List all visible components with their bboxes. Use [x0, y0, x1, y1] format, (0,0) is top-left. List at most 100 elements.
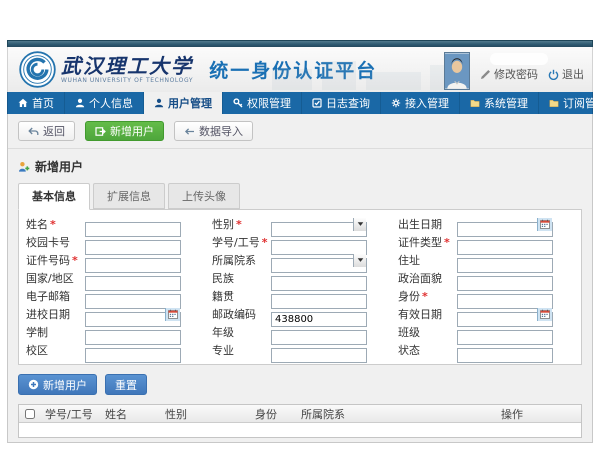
field-input-wrap	[271, 325, 367, 340]
form-field-birth-date: 出生日期	[393, 215, 579, 233]
form-field-ethnicity: 民族	[207, 269, 393, 287]
nav-tab-label: 个人信息	[89, 95, 133, 111]
tab-basic-info[interactable]: 基本信息	[18, 183, 90, 210]
field-label: 民族	[207, 270, 271, 286]
select-all-checkbox[interactable]	[25, 409, 35, 419]
logout-link[interactable]: 退出	[548, 66, 584, 90]
data-import-button-label: 数据导入	[199, 123, 243, 139]
calendar-button-entry-date[interactable]	[165, 308, 180, 321]
nav-tab-access-management[interactable]: 接入管理	[381, 92, 460, 114]
field-input-wrap	[85, 253, 181, 268]
form-field-email: 电子邮箱	[21, 287, 207, 305]
toolbar: 返回 新增用户 数据导入	[8, 114, 592, 149]
user-avatar[interactable]	[444, 52, 470, 90]
nav-tab-user-management[interactable]: 用户管理	[144, 92, 223, 114]
nav-tab-label: 首页	[32, 95, 54, 111]
form-field-gender: 性别*	[207, 215, 393, 233]
form-field-identity: 身份*	[393, 287, 579, 305]
table-header-row: 学号/工号姓名性别身份所属院系操作	[19, 405, 581, 423]
pencil-icon	[480, 69, 491, 80]
calendar-button-birth-date[interactable]	[537, 218, 552, 231]
form-column: 出生日期证件类型*住址政治面貌身份*有效日期班级状态	[393, 215, 579, 359]
col-header-5: 操作	[497, 406, 581, 422]
field-label: 校区	[21, 342, 85, 358]
status-input[interactable]	[457, 348, 553, 363]
home-icon	[18, 98, 28, 108]
tab-upload-avatar[interactable]: 上传头像	[168, 183, 240, 209]
dropdown-button-department[interactable]	[353, 254, 366, 267]
add-user-button-label: 新增用户	[110, 123, 154, 139]
form-field-postal-code: 邮政编码	[207, 305, 393, 323]
field-input-wrap	[271, 289, 367, 304]
reset-button[interactable]: 重置	[105, 374, 147, 395]
results-table: 学号/工号姓名性别身份所属院系操作	[18, 404, 582, 438]
form-panel: 姓名*校园卡号证件号码*国家/地区电子邮箱进校日期学制校区性别*学号/工号*所属…	[18, 209, 582, 365]
nav-tab-permission-management[interactable]: 权限管理	[223, 92, 302, 114]
section-title: 新增用户	[35, 158, 83, 175]
field-label: 电子邮箱	[21, 288, 85, 304]
folder-icon	[549, 98, 559, 108]
nav-tab-system-management[interactable]: 系统管理	[460, 92, 539, 114]
reset-button-label: 重置	[115, 377, 137, 393]
dropdown-button-gender[interactable]	[353, 218, 366, 231]
form-field-id-number: 证件号码*	[21, 251, 207, 269]
major-input[interactable]	[271, 348, 367, 363]
nav-tab-home[interactable]: 首页	[8, 92, 65, 114]
field-label: 政治面貌	[393, 270, 457, 286]
add-user-button[interactable]: 新增用户	[85, 121, 164, 141]
plus-circle-icon	[28, 379, 39, 390]
field-input-wrap	[85, 235, 181, 250]
form-field-name: 姓名*	[21, 215, 207, 233]
building-watermark	[262, 57, 472, 90]
submit-add-user-button[interactable]: 新增用户	[18, 374, 97, 395]
user-icon	[154, 98, 164, 108]
submit-button-label: 新增用户	[43, 377, 87, 393]
nav-tab-label: 系统管理	[484, 95, 528, 111]
university-name-block: 武汉理工大学 WUHAN UNIVERSITY OF TECHNOLOGY	[61, 56, 193, 84]
col-header-1: 姓名	[101, 406, 161, 422]
back-arrow-icon	[28, 126, 39, 137]
form-field-valid-date: 有效日期	[393, 305, 579, 323]
tab-extended-info[interactable]: 扩展信息	[93, 183, 165, 209]
field-label: 所属院系	[207, 252, 271, 268]
change-password-link[interactable]: 修改密码	[480, 66, 538, 90]
required-asterisk: *	[422, 290, 428, 303]
field-input-wrap	[271, 235, 367, 250]
change-password-label: 修改密码	[494, 66, 538, 82]
required-asterisk: *	[50, 218, 56, 231]
form-actions: 新增用户 重置	[8, 365, 592, 404]
field-label: 性别*	[207, 216, 271, 232]
chevron-down-icon	[357, 221, 364, 227]
log-check-icon	[312, 98, 322, 108]
field-input-wrap	[457, 271, 553, 286]
import-arrow-icon	[184, 126, 195, 137]
calendar-button-valid-date[interactable]	[537, 308, 552, 321]
field-input-wrap	[85, 271, 181, 286]
campus-input[interactable]	[85, 348, 181, 363]
field-label: 有效日期	[393, 306, 457, 322]
field-input-wrap	[85, 289, 181, 304]
form-field-campus: 校区	[21, 341, 207, 359]
field-label: 住址	[393, 252, 457, 268]
field-input-wrap	[457, 343, 553, 358]
field-label: 籍贯	[207, 288, 271, 304]
calendar-icon	[540, 219, 550, 229]
university-logo-icon	[19, 51, 56, 88]
nav-tab-label: 日志查询	[326, 95, 370, 111]
field-input-wrap	[271, 307, 367, 322]
nav-tab-personal-info[interactable]: 个人信息	[65, 92, 144, 114]
field-label: 班级	[393, 324, 457, 340]
calendar-icon	[168, 309, 178, 319]
form-field-class: 班级	[393, 323, 579, 341]
university-name-en: WUHAN UNIVERSITY OF TECHNOLOGY	[61, 78, 193, 84]
nav-tab-subscription-management[interactable]: 订阅管理	[539, 92, 600, 114]
back-button[interactable]: 返回	[18, 121, 75, 141]
form-field-political-status: 政治面貌	[393, 269, 579, 287]
folder-icon	[470, 98, 480, 108]
export-square-icon	[95, 126, 106, 137]
field-label: 状态	[393, 342, 457, 358]
person-icon	[75, 98, 85, 108]
data-import-button[interactable]: 数据导入	[174, 121, 253, 141]
nav-tab-log-query[interactable]: 日志查询	[302, 92, 381, 114]
field-label: 姓名*	[21, 216, 85, 232]
